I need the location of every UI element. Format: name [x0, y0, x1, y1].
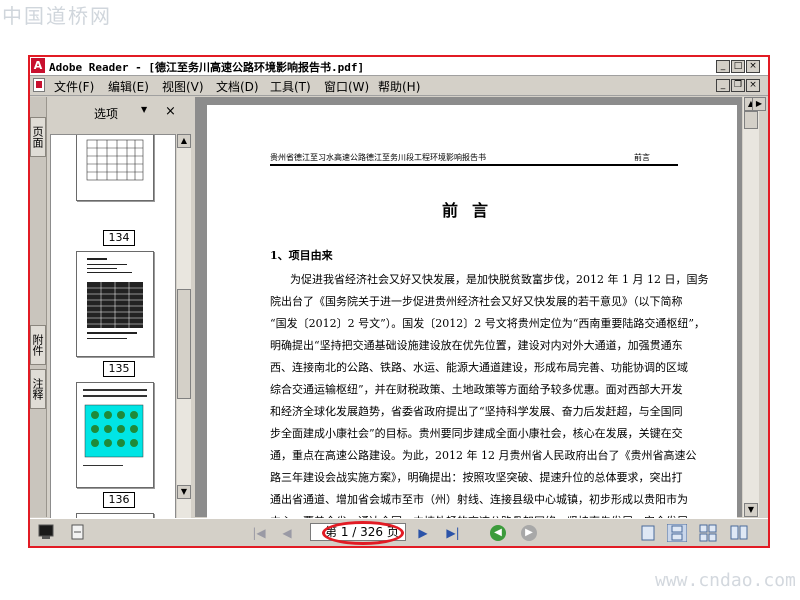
paragraph-line: 和经济全球化发展趋势，省委省政府提出了“坚持科学发展、奋力后发赶超，与全国同: [270, 405, 683, 418]
paragraph-line: 综合交通运输枢纽”，并在财税政策、土地政策等方面给予较多优惠。面对西部大开发: [270, 383, 683, 396]
last-page-button[interactable]: ▶|: [444, 524, 462, 542]
close-button[interactable]: ×: [746, 60, 760, 73]
thumbnail-page-135[interactable]: [76, 251, 154, 357]
paragraph-line: 明确提出“坚持把交通基础设施建设放在优先位置，建设对内对外大通道，加强贯通东: [270, 339, 683, 352]
options-caret-icon: ▼: [141, 105, 148, 114]
previous-page-button[interactable]: ◀: [278, 524, 296, 542]
how-to-panel-arrow-icon[interactable]: ▶: [752, 97, 766, 111]
thumbnail-page-134[interactable]: [76, 135, 154, 201]
document-viewer: 贵州省德江至习水高速公路德江至务川段工程环境影响报告书 前言 前言 1、项目由来…: [195, 97, 742, 525]
paragraph-line: 步全面建成小康社会”的目标。贵州要同步建成全面小康社会，核心在发展，关键在交: [270, 427, 683, 440]
continuous-facing-layout-icon[interactable]: [699, 524, 717, 542]
paragraph-line: 为促进我省经济社会又好又快发展，是加快脱贫致富步伐，2012 年 1 月 12 …: [290, 273, 709, 286]
paragraph-line: 通出省通道、增加省会城市至市（州）射线、连接县级中心城镇，初步形成以贵阳市为: [270, 493, 688, 506]
window-title: Adobe Reader - [德江至务川高速公路环境影响报告书.pdf]: [49, 61, 365, 74]
navigation-panel: 页面 附件 注释 选项 ▼ × 134 135 136 ▲ ▼: [30, 97, 191, 546]
facing-layout-icon[interactable]: [730, 524, 748, 542]
page-thumbnails: 134 135 136: [50, 134, 176, 546]
pdf-page: 贵州省德江至习水高速公路德江至务川段工程环境影响报告书 前言 前言 1、项目由来…: [207, 105, 737, 525]
next-page-button[interactable]: ▶: [414, 524, 432, 542]
how-to-panel-strip: [759, 97, 768, 517]
thumbnail-136-graphic: [83, 389, 147, 466]
menu-bar: 文件(F) 编辑(E) 视图(V) 文档(D) 工具(T) 窗口(W) 帮助(H…: [30, 76, 768, 96]
document-scrollbar[interactable]: ▲ ▼: [743, 97, 759, 517]
minimize-button[interactable]: _: [716, 60, 730, 73]
maximize-button[interactable]: □: [731, 60, 745, 73]
options-menu[interactable]: 选项: [94, 105, 118, 122]
menu-edit[interactable]: 编辑(E): [108, 78, 149, 95]
thumbnail-label-135: 135: [103, 361, 135, 377]
thumbnail-page-136[interactable]: [76, 382, 154, 488]
screen-icon[interactable]: [38, 524, 54, 540]
page-header-left: 贵州省德江至习水高速公路德江至务川段工程环境影响报告书: [270, 153, 486, 162]
site-watermark-bottom: www.cndao.com: [655, 570, 796, 591]
menu-tools[interactable]: 工具(T): [270, 78, 311, 95]
header-rule: [270, 164, 678, 166]
paragraph-line: 院出台了《国务院关于进一步促进贵州经济社会又好又快发展的若干意见》（以下简称: [270, 295, 683, 308]
adobe-reader-window: A Adobe Reader - [德江至务川高速公路环境影响报告书.pdf] …: [28, 55, 770, 548]
section-heading: 1、项目由来: [270, 249, 333, 262]
doc-minimize-button[interactable]: _: [716, 79, 730, 92]
first-page-button[interactable]: |◀: [250, 524, 268, 542]
tab-pages[interactable]: 页面: [30, 117, 46, 157]
doc-scroll-handle[interactable]: [744, 111, 758, 129]
doc-close-button[interactable]: ×: [746, 79, 760, 92]
adobe-logo-icon: A: [31, 58, 45, 73]
thumbnail-135-graphic: [87, 258, 143, 339]
go-back-button[interactable]: ◀: [490, 525, 506, 541]
panel-close-button[interactable]: ×: [165, 104, 176, 119]
thumbnail-label-136: 136: [103, 492, 135, 508]
paragraph-line: “国发〔2012〕2 号文”）。国发〔2012〕2 号文将贵州定位为“西南重要陆…: [270, 317, 705, 330]
menu-view[interactable]: 视图(V): [162, 78, 204, 95]
status-bar: |◀ ◀ 第 1 / 326 页 ▶ ▶| ◀ ▶: [30, 518, 768, 546]
paragraph-line: 路三年建设会战实施方案》，明确提出：按照攻坚突破、提速升位的总体要求，突出打: [270, 471, 683, 484]
thumb-scroll-up-icon[interactable]: ▲: [177, 134, 191, 148]
single-page-layout-icon[interactable]: [639, 524, 657, 542]
document-title: 前言: [441, 201, 502, 220]
thumb-scroll-down-icon[interactable]: ▼: [177, 485, 191, 499]
thumbnail-label-134: 134: [103, 230, 135, 246]
panel-tab-strip: 页面 附件 注释: [30, 97, 47, 517]
thumbnail-134-graphic: [86, 139, 144, 181]
go-forward-button[interactable]: ▶: [521, 525, 537, 541]
menu-window[interactable]: 窗口(W): [324, 78, 369, 95]
paragraph-line: 通，重点在高速公路建设。为此，2012 年 12 月贵州省人民政府出台了《贵州省…: [270, 449, 697, 462]
doc-scroll-down-icon[interactable]: ▼: [744, 503, 758, 517]
page-size-icon[interactable]: [70, 524, 86, 540]
continuous-layout-icon[interactable]: [667, 524, 687, 542]
thumbnail-scrollbar[interactable]: ▲ ▼: [177, 134, 191, 546]
menu-file[interactable]: 文件(F): [54, 78, 94, 95]
page-number-highlight: [322, 521, 404, 545]
thumb-scroll-handle[interactable]: [177, 289, 191, 399]
paragraph-line: 西、连接南北的公路、铁路、水运、能源大通道建设，形成布局完善、功能协调的区域: [270, 361, 688, 374]
site-watermark-top: 中国道桥网: [2, 4, 112, 28]
menu-document[interactable]: 文档(D): [216, 78, 259, 95]
title-bar: A Adobe Reader - [德江至务川高速公路环境影响报告书.pdf] …: [30, 57, 768, 76]
doc-restore-button[interactable]: ❐: [731, 79, 745, 92]
page-header-right: 前言: [634, 153, 650, 162]
tab-attachments[interactable]: 附件: [30, 325, 46, 365]
tab-comments[interactable]: 注释: [30, 369, 46, 409]
menu-help[interactable]: 帮助(H): [378, 78, 420, 95]
document-icon[interactable]: [33, 78, 45, 92]
